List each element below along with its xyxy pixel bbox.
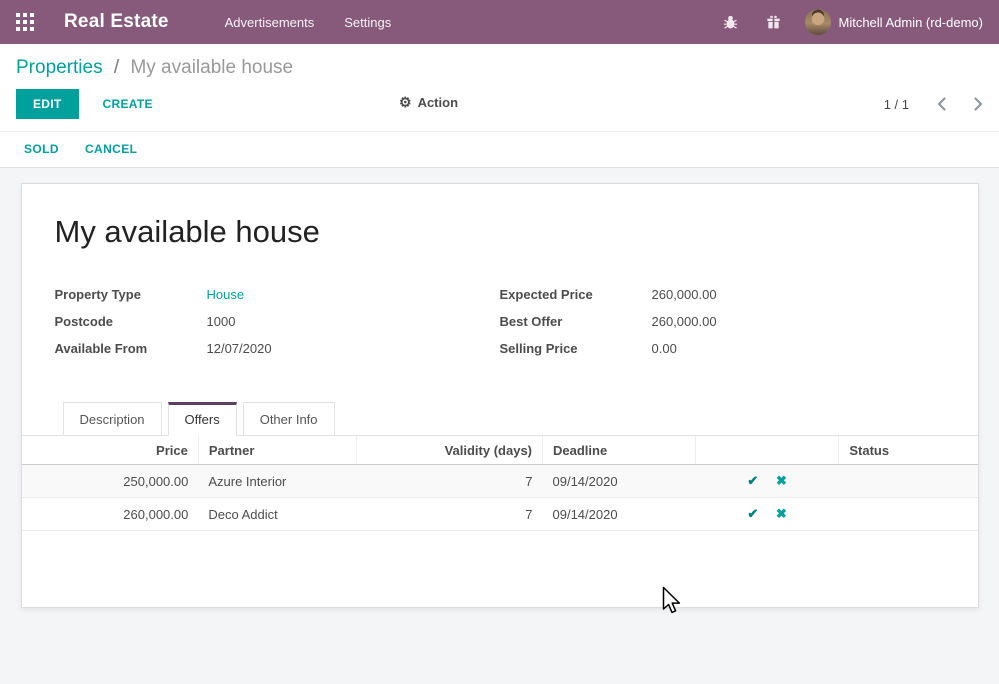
notebook-tabs: Description Offers Other Info (22, 402, 978, 436)
apps-menu-icon[interactable] (16, 13, 34, 31)
field-property-type: Property Type House (55, 287, 500, 302)
offers-header-row: Price Partner Validity (days) Deadline S… (22, 436, 978, 465)
pager-next-icon[interactable] (974, 97, 983, 111)
create-button[interactable]: CREATE (97, 96, 159, 112)
action-menu[interactable]: ⚙ Action (399, 94, 458, 111)
column-header-validity[interactable]: Validity (days) (356, 436, 542, 465)
user-avatar[interactable] (805, 9, 831, 35)
breadcrumb: Properties / My available house (0, 44, 999, 83)
form-sheet: My available house Property Type House P… (21, 183, 979, 608)
statusbar: SOLD CANCEL (0, 131, 999, 168)
field-group-left: Property Type House Postcode 1000 Availa… (55, 287, 500, 368)
offer-price: 250,000.00 (22, 465, 199, 498)
breadcrumb-separator: / (114, 57, 119, 78)
offer-status (839, 465, 978, 498)
refuse-offer-icon[interactable]: ✖ (776, 506, 787, 521)
offer-actions: ✔ ✖ (695, 498, 838, 531)
offer-validity: 7 (356, 498, 542, 531)
top-navbar: Real Estate Advertisements Settings Mitc… (0, 0, 999, 44)
menu-settings[interactable]: Settings (344, 15, 391, 30)
field-group-right: Expected Price 260,000.00 Best Offer 260… (500, 287, 945, 368)
offers-table: Price Partner Validity (days) Deadline S… (22, 436, 978, 531)
breadcrumb-properties-link[interactable]: Properties (16, 57, 103, 78)
pager: 1 / 1 (884, 97, 983, 112)
field-expected-price: Expected Price 260,000.00 (500, 287, 945, 302)
refuse-offer-icon[interactable]: ✖ (776, 473, 787, 488)
control-panel: EDIT CREATE ⚙ Action 1 / 1 (0, 83, 999, 131)
field-postcode: Postcode 1000 (55, 314, 500, 329)
offer-status (839, 498, 978, 531)
page-title: My available house (55, 214, 945, 250)
cancel-button[interactable]: CANCEL (85, 142, 137, 156)
tab-description[interactable]: Description (63, 402, 162, 435)
offer-actions: ✔ ✖ (695, 465, 838, 498)
column-header-status[interactable]: Status (839, 436, 978, 465)
column-header-actions (695, 436, 838, 465)
tab-offers[interactable]: Offers (168, 402, 237, 436)
app-title: Real Estate (64, 11, 169, 33)
form-view: My available house Property Type House P… (0, 168, 999, 608)
action-label: Action (418, 95, 458, 110)
offer-deadline: 09/14/2020 (543, 465, 696, 498)
column-header-deadline[interactable]: Deadline (543, 436, 696, 465)
sold-button[interactable]: SOLD (24, 142, 59, 156)
field-selling-price: Selling Price 0.00 (500, 341, 945, 356)
user-menu[interactable]: Mitchell Admin (rd-demo) (839, 15, 984, 30)
offer-row[interactable]: 260,000.00 Deco Addict 7 09/14/2020 ✔ ✖ (22, 498, 978, 531)
offer-row[interactable]: 250,000.00 Azure Interior 7 09/14/2020 ✔… (22, 465, 978, 498)
offer-deadline: 09/14/2020 (543, 498, 696, 531)
edit-button[interactable]: EDIT (16, 89, 79, 119)
accept-offer-icon[interactable]: ✔ (747, 506, 758, 521)
menu-advertisements[interactable]: Advertisements (225, 15, 315, 30)
pager-value: 1 / 1 (884, 97, 909, 112)
accept-offer-icon[interactable]: ✔ (747, 473, 758, 488)
offer-partner: Deco Addict (198, 498, 356, 531)
bug-icon[interactable] (723, 15, 738, 30)
gift-icon[interactable] (766, 15, 781, 30)
column-header-partner[interactable]: Partner (198, 436, 356, 465)
pager-previous-icon[interactable] (937, 97, 946, 111)
field-groups: Property Type House Postcode 1000 Availa… (55, 287, 945, 368)
breadcrumb-current: My available house (130, 57, 293, 78)
offer-partner: Azure Interior (198, 465, 356, 498)
field-best-offer: Best Offer 260,000.00 (500, 314, 945, 329)
property-type-link[interactable]: House (207, 287, 245, 302)
gear-icon: ⚙ (399, 94, 412, 111)
offer-price: 260,000.00 (22, 498, 199, 531)
tab-other-info[interactable]: Other Info (243, 402, 335, 435)
navbar-right: Mitchell Admin (rd-demo) (695, 9, 984, 35)
column-header-price[interactable]: Price (22, 436, 199, 465)
offer-validity: 7 (356, 465, 542, 498)
field-available-from: Available From 12/07/2020 (55, 341, 500, 356)
